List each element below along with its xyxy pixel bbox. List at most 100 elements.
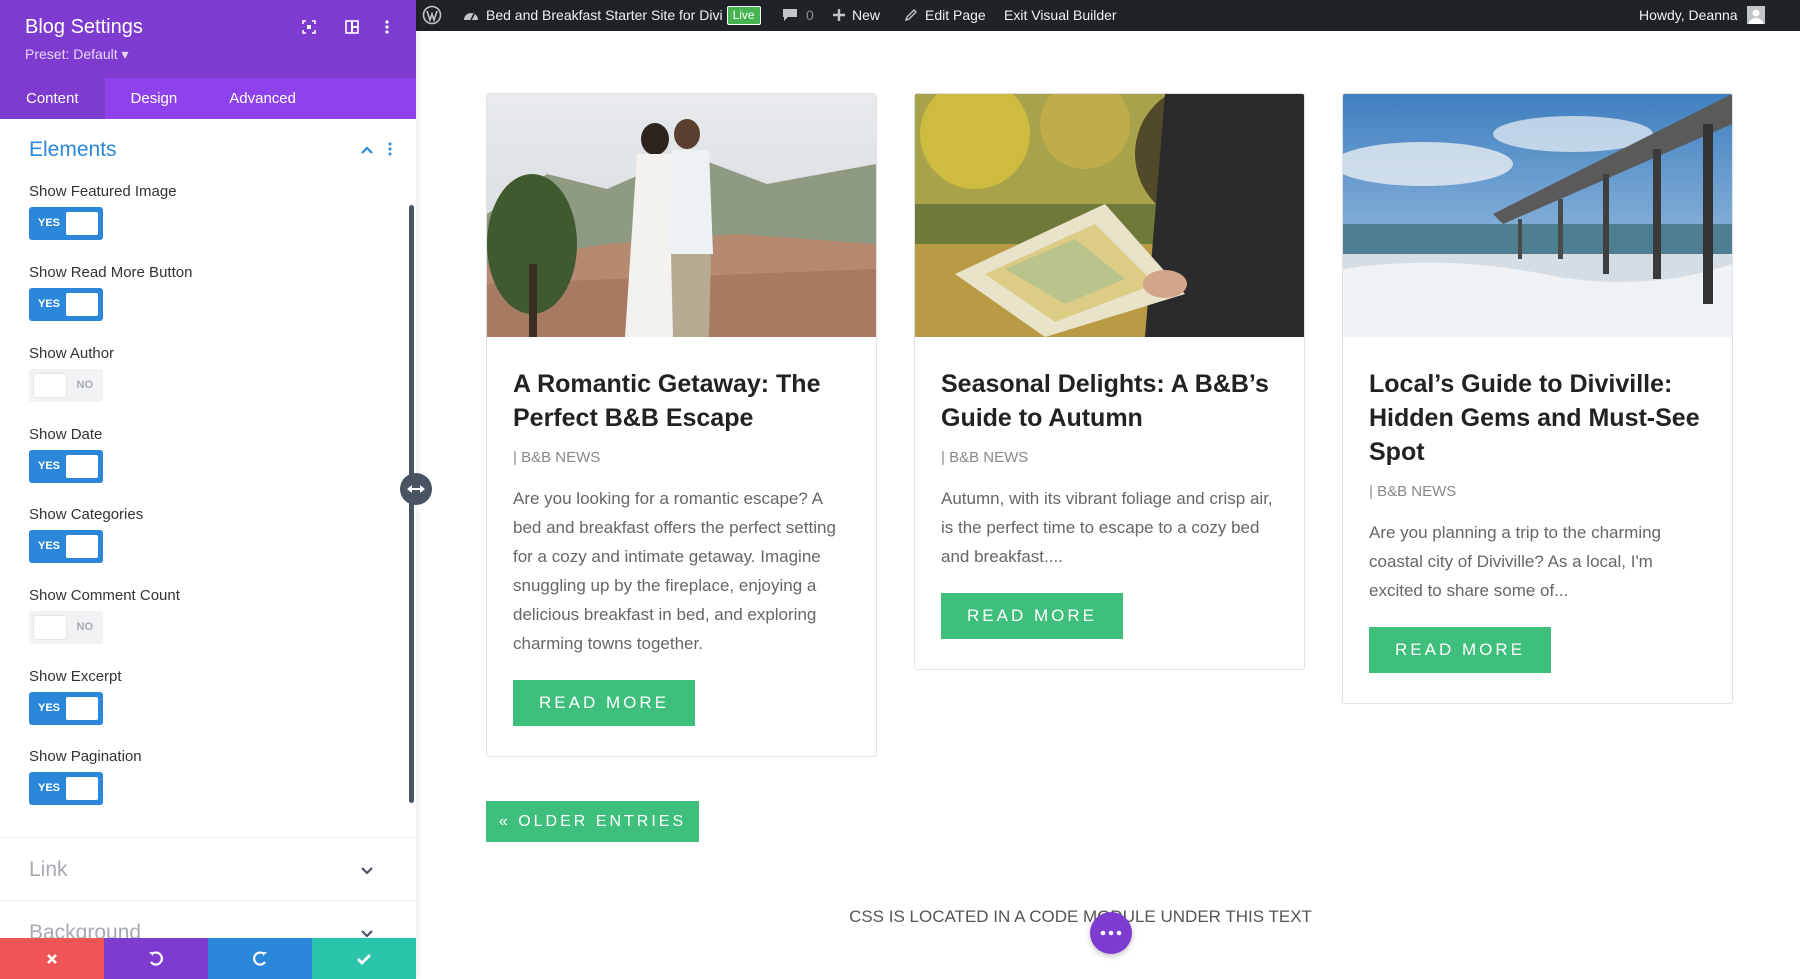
panel-footer bbox=[0, 938, 416, 979]
option-show-date: Show Date YES bbox=[29, 426, 359, 496]
post-excerpt: Autumn, with its vibrant foliage and cri… bbox=[941, 489, 1273, 566]
module-settings-panel: Blog Settings Preset: Default ▾ Content … bbox=[0, 0, 416, 979]
new-label: New bbox=[852, 7, 881, 23]
post-title-link[interactable]: A Romantic Getaway: The Perfect B&B Esca… bbox=[513, 367, 850, 435]
yes-no-toggle[interactable]: YES bbox=[29, 207, 103, 240]
section-kebab-icon[interactable] bbox=[388, 142, 392, 161]
featured-image-pier[interactable] bbox=[1343, 94, 1732, 337]
blog-post-card: A Romantic Getaway: The Perfect B&B Esca… bbox=[486, 93, 877, 757]
toggle-knob bbox=[66, 212, 98, 235]
wordpress-logo-icon[interactable] bbox=[422, 0, 442, 31]
option-label: Show Comment Count bbox=[29, 587, 180, 604]
option-show-pagination: Show Pagination YES bbox=[29, 748, 359, 818]
greeting-text: Howdy, Deanna bbox=[1639, 7, 1738, 23]
more-horizontal-icon bbox=[1100, 930, 1122, 936]
post-excerpt: Are you planning a trip to the charming … bbox=[1369, 523, 1662, 600]
pencil-icon bbox=[904, 9, 917, 22]
site-name: Bed and Breakfast Starter Site for Divi bbox=[486, 7, 723, 23]
toggle-state: YES bbox=[38, 217, 61, 229]
blog-post-card: Seasonal Delights: A B&B’s Guide to Autu… bbox=[914, 93, 1305, 670]
post-excerpt: Are you looking for a romantic escape? A… bbox=[513, 489, 836, 653]
link-section-header[interactable]: Link bbox=[0, 837, 416, 901]
link-section-title: Link bbox=[29, 858, 68, 881]
split-view-icon[interactable] bbox=[342, 17, 362, 37]
yes-no-toggle[interactable]: NO bbox=[29, 611, 103, 644]
option-label: Show Pagination bbox=[29, 748, 142, 765]
new-content-link[interactable]: New bbox=[832, 0, 880, 31]
chevron-down-icon[interactable] bbox=[360, 863, 374, 881]
user-account-menu[interactable]: Howdy, Deanna bbox=[1639, 0, 1766, 31]
option-show-excerpt: Show Excerpt YES bbox=[29, 668, 359, 738]
toggle-state: YES bbox=[38, 782, 61, 794]
option-label: Show Author bbox=[29, 345, 115, 362]
yes-no-toggle[interactable]: YES bbox=[29, 530, 103, 563]
resize-arrows-icon bbox=[407, 485, 425, 493]
read-more-button[interactable]: READ MORE bbox=[941, 593, 1123, 639]
post-category-link[interactable]: | B&B NEWS bbox=[513, 449, 850, 466]
option-label: Show Categories bbox=[29, 506, 144, 523]
tab-content[interactable]: Content bbox=[0, 78, 105, 119]
tab-advanced[interactable]: Advanced bbox=[203, 78, 322, 119]
fullscreen-icon[interactable] bbox=[299, 17, 319, 37]
chevron-up-icon[interactable] bbox=[360, 142, 374, 160]
toggle-knob bbox=[34, 616, 66, 639]
kebab-menu-icon[interactable] bbox=[377, 17, 397, 37]
toggle-state: YES bbox=[38, 298, 61, 310]
yes-no-toggle[interactable]: YES bbox=[29, 288, 103, 321]
option-show-comment-count: Show Comment Count NO bbox=[29, 587, 359, 657]
option-label: Show Featured Image bbox=[29, 183, 177, 200]
edit-page-label: Edit Page bbox=[925, 7, 986, 23]
builder-menu-button[interactable] bbox=[1090, 912, 1132, 954]
elements-section-header[interactable]: Elements bbox=[0, 130, 416, 170]
option-show-author: Show Author NO bbox=[29, 345, 359, 415]
yes-no-toggle[interactable]: YES bbox=[29, 772, 103, 805]
redo-icon bbox=[253, 950, 267, 966]
edit-page-link[interactable]: Edit Page bbox=[904, 0, 986, 31]
wp-admin-bar: Bed and Breakfast Starter Site for Divi L… bbox=[416, 0, 1800, 31]
yes-no-toggle[interactable]: YES bbox=[29, 692, 103, 725]
toggle-state: NO bbox=[76, 621, 94, 633]
toggle-knob bbox=[66, 535, 98, 558]
live-badge: Live bbox=[726, 6, 761, 25]
featured-image-autumn-painting[interactable] bbox=[915, 94, 1304, 337]
yes-no-toggle[interactable]: YES bbox=[29, 450, 103, 483]
css-note-text: CSS IS LOCATED IN A CODE MODULE UNDER TH… bbox=[849, 907, 1312, 926]
plus-icon bbox=[833, 9, 845, 21]
post-category-link[interactable]: | B&B NEWS bbox=[941, 449, 1278, 466]
post-category-link[interactable]: | B&B NEWS bbox=[1369, 483, 1706, 500]
option-label: Show Read More Button bbox=[29, 264, 193, 281]
older-entries-button[interactable]: « OLDER ENTRIES bbox=[486, 801, 699, 842]
undo-button[interactable] bbox=[104, 938, 208, 979]
exit-visual-builder-link[interactable]: Exit Visual Builder bbox=[1004, 0, 1117, 31]
comments-link[interactable]: 0 bbox=[782, 0, 814, 31]
elements-section-title: Elements bbox=[29, 138, 117, 161]
option-label: Show Date bbox=[29, 426, 103, 443]
option-show-categories: Show Categories YES bbox=[29, 506, 359, 576]
featured-image-couple[interactable] bbox=[487, 94, 876, 337]
toggle-state: NO bbox=[76, 379, 94, 391]
save-button[interactable] bbox=[312, 938, 416, 979]
page-content: A Romantic Getaway: The Perfect B&B Esca… bbox=[416, 31, 1800, 979]
yes-no-toggle[interactable]: NO bbox=[29, 369, 103, 402]
toggle-state: YES bbox=[38, 702, 61, 714]
tab-design[interactable]: Design bbox=[105, 78, 204, 119]
option-show-featured-image: Show Featured Image YES bbox=[29, 183, 359, 253]
preset-dropdown[interactable]: Preset: Default ▾ bbox=[25, 46, 129, 63]
toggle-knob bbox=[66, 697, 98, 720]
blog-post-card: Local’s Guide to Diviville: Hidden Gems … bbox=[1342, 93, 1733, 704]
toggle-state: YES bbox=[38, 540, 61, 552]
avatar bbox=[1747, 6, 1766, 24]
redo-button[interactable] bbox=[208, 938, 312, 979]
check-icon bbox=[357, 953, 371, 965]
discard-button[interactable] bbox=[0, 938, 104, 979]
panel-resize-handle[interactable] bbox=[400, 473, 432, 505]
post-title-link[interactable]: Seasonal Delights: A B&B’s Guide to Autu… bbox=[941, 367, 1278, 435]
site-name-link[interactable]: Bed and Breakfast Starter Site for Divi L… bbox=[462, 0, 761, 31]
undo-icon bbox=[149, 950, 163, 966]
read-more-button[interactable]: READ MORE bbox=[1369, 627, 1551, 673]
toggle-knob bbox=[66, 293, 98, 316]
panel-title: Blog Settings bbox=[25, 16, 143, 38]
read-more-button[interactable]: READ MORE bbox=[513, 680, 695, 726]
panel-header: Blog Settings Preset: Default ▾ bbox=[0, 0, 416, 78]
post-title-link[interactable]: Local’s Guide to Diviville: Hidden Gems … bbox=[1369, 367, 1706, 469]
